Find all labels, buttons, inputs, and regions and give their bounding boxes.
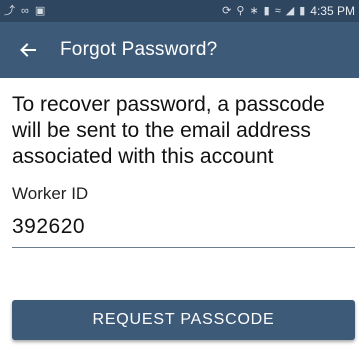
back-button[interactable]	[0, 22, 56, 78]
arrow-left-icon	[20, 43, 36, 57]
main-content: To recover password, a passcode will be …	[12, 78, 355, 248]
wifi-icon: ≈	[274, 4, 281, 17]
status-time: 4:35 PM	[310, 4, 355, 18]
voicemail-icon: ∞	[21, 4, 29, 17]
location-icon: ⚲	[236, 4, 245, 17]
notification-icon: ⤴	[4, 4, 15, 17]
worker-id-label: Worker ID	[12, 184, 89, 203]
signal-icon: ◢	[285, 4, 295, 17]
request-passcode-button[interactable]: REQUEST PASSCODE	[12, 300, 355, 340]
bluetooth-icon: ∗	[249, 4, 259, 17]
worker-id-field[interactable]	[12, 210, 355, 248]
page-title: Forgot Password?	[60, 39, 218, 60]
instructions-text: To recover password, a passcode will be …	[12, 93, 325, 168]
status-bar-left: ⤴ ∞ ▣	[4, 4, 46, 17]
image-icon: ▣	[34, 4, 46, 17]
status-bar: ⤴ ∞ ▣ ⟳ ⚲ ∗ ▮ ≈ ◢ ▮ 4:35 PM	[0, 0, 359, 22]
battery-icon: ▮	[299, 4, 306, 17]
status-bar-right: ⟳ ⚲ ∗ ▮ ≈ ◢ ▮ 4:35 PM	[222, 4, 355, 18]
vibrate-icon: ▮	[263, 4, 270, 17]
sync-icon: ⟳	[222, 4, 232, 17]
app-bar: Forgot Password?	[0, 22, 359, 78]
